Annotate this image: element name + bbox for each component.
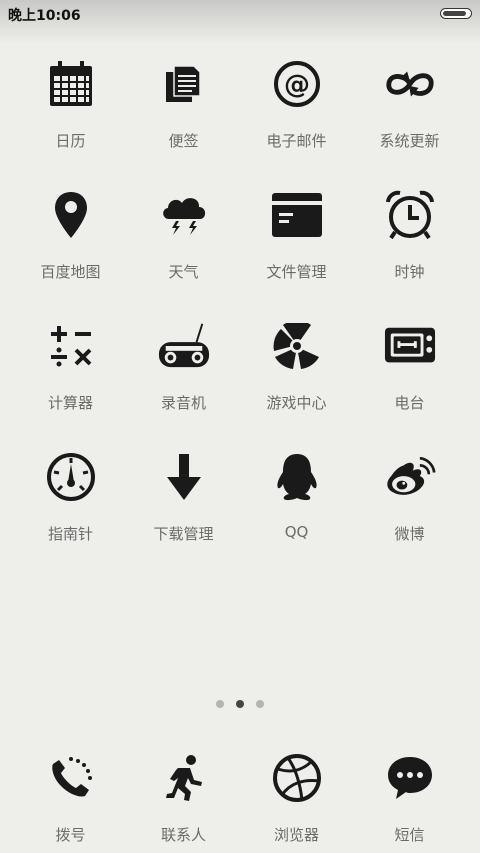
download-icon bbox=[158, 451, 210, 503]
svg-text:@: @ bbox=[284, 70, 310, 100]
app-label: 游戏中心 bbox=[266, 394, 327, 412]
app-calculator[interactable]: 计算器 bbox=[14, 320, 127, 451]
app-label: 录音机 bbox=[160, 394, 206, 412]
app-download[interactable]: 下载管理 bbox=[127, 451, 240, 582]
app-label: 百度地图 bbox=[40, 263, 101, 281]
contacts-icon bbox=[158, 752, 210, 804]
notes-icon bbox=[158, 58, 210, 110]
app-label: 时钟 bbox=[394, 263, 425, 281]
app-clock[interactable]: 时钟 bbox=[353, 189, 466, 320]
app-label: 电子邮件 bbox=[266, 132, 327, 150]
app-compass[interactable]: 指南针 bbox=[14, 451, 127, 582]
update-icon bbox=[384, 58, 436, 110]
page-indicator[interactable] bbox=[0, 700, 480, 708]
qq-icon bbox=[271, 451, 323, 503]
app-label: 微博 bbox=[394, 525, 425, 543]
page-dot-current[interactable] bbox=[236, 700, 244, 708]
battery-fill bbox=[443, 11, 466, 16]
app-calendar[interactable]: 日历 bbox=[14, 58, 127, 189]
app-map[interactable]: 百度地图 bbox=[14, 189, 127, 320]
status-bar: 晚上10:06 bbox=[0, 0, 480, 44]
app-update[interactable]: 系统更新 bbox=[353, 58, 466, 189]
weather-icon bbox=[158, 189, 210, 241]
app-label: 拨号 bbox=[55, 826, 86, 844]
app-notes[interactable]: 便签 bbox=[127, 58, 240, 189]
app-file-manager[interactable]: 文件管理 bbox=[240, 189, 353, 320]
dock-phone[interactable]: 拨号 bbox=[14, 752, 127, 852]
app-label: 电台 bbox=[394, 394, 425, 412]
map-pin-icon bbox=[45, 189, 97, 241]
app-label: QQ bbox=[284, 523, 309, 541]
status-time: 晚上10:06 bbox=[8, 8, 81, 24]
battery-icon bbox=[440, 8, 472, 19]
app-email[interactable]: @ 电子邮件 bbox=[240, 58, 353, 189]
email-icon: @ bbox=[271, 58, 323, 110]
dock-messages[interactable]: 短信 bbox=[353, 752, 466, 852]
dock: 拨号 联系人 浏览器 短信 bbox=[0, 752, 480, 852]
app-label: 短信 bbox=[394, 826, 425, 844]
weibo-icon bbox=[384, 451, 436, 503]
app-game-center[interactable]: 游戏中心 bbox=[240, 320, 353, 451]
dock-browser[interactable]: 浏览器 bbox=[240, 752, 353, 852]
radio-icon bbox=[384, 320, 436, 372]
message-icon bbox=[384, 752, 436, 804]
dock-contacts[interactable]: 联系人 bbox=[127, 752, 240, 852]
app-label: 便签 bbox=[168, 132, 199, 150]
app-label: 文件管理 bbox=[266, 263, 327, 281]
app-label: 联系人 bbox=[160, 826, 206, 844]
recorder-icon bbox=[158, 320, 210, 372]
app-label: 系统更新 bbox=[379, 132, 440, 150]
app-qq[interactable]: QQ bbox=[240, 451, 353, 582]
page-dot[interactable] bbox=[216, 700, 224, 708]
calculator-icon bbox=[45, 320, 97, 372]
file-manager-icon bbox=[271, 189, 323, 241]
compass-icon bbox=[45, 451, 97, 503]
app-label: 天气 bbox=[168, 263, 199, 281]
page-dot[interactable] bbox=[256, 700, 264, 708]
app-radio[interactable]: 电台 bbox=[353, 320, 466, 451]
app-label: 计算器 bbox=[47, 394, 93, 412]
calendar-icon bbox=[45, 58, 97, 110]
app-weibo[interactable]: 微博 bbox=[353, 451, 466, 582]
app-grid: 日历 便签 @ 电子邮件 系统更新 百度地图 天气 文件管理 时钟 计算器 录音… bbox=[0, 58, 480, 582]
alarm-clock-icon bbox=[384, 189, 436, 241]
app-label: 浏览器 bbox=[273, 826, 319, 844]
browser-icon bbox=[271, 752, 323, 804]
app-weather[interactable]: 天气 bbox=[127, 189, 240, 320]
game-center-icon bbox=[271, 320, 323, 372]
app-label: 指南针 bbox=[47, 525, 93, 543]
app-recorder[interactable]: 录音机 bbox=[127, 320, 240, 451]
phone-icon bbox=[45, 752, 97, 804]
app-label: 日历 bbox=[55, 132, 86, 150]
app-label: 下载管理 bbox=[153, 525, 214, 543]
